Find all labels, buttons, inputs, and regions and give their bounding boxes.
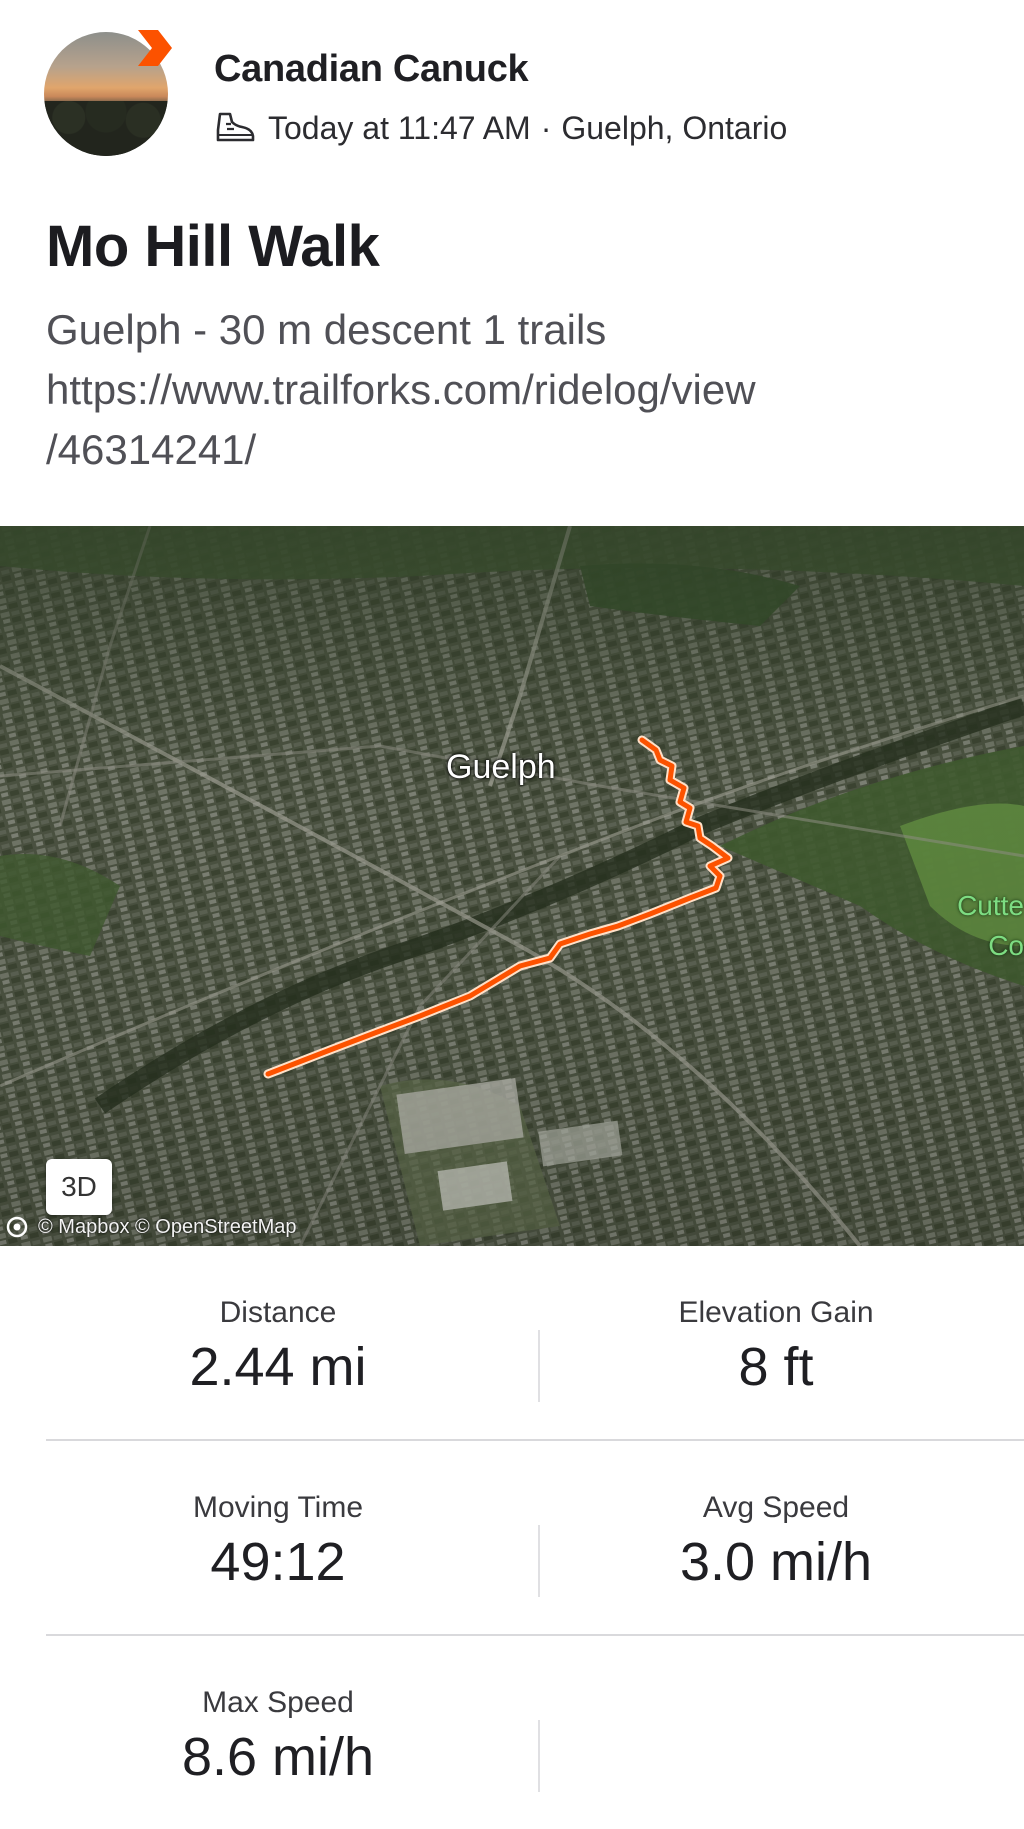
route-map[interactable]: Guelph Cutte Co 3D © Mapbox © OpenStreet… <box>0 526 1024 1246</box>
mapbox-logo-icon <box>6 1216 28 1238</box>
activity-stats: Distance 2.44 mi Elevation Gain 8 ft Mov… <box>46 1246 1024 1829</box>
stat-label: Avg Speed <box>702 1491 850 1524</box>
description-text: Guelph - 30 m descent 1 trails <box>46 306 607 353</box>
activity-location: Guelph, Ontario <box>561 109 788 146</box>
stat-value: 8.6 mi/h <box>181 1727 375 1787</box>
description-link-continued[interactable]: /46314241/ <box>46 420 986 480</box>
stat-divider <box>538 1330 540 1402</box>
stat-elevation-gain: Elevation Gain 8 ft <box>556 1246 996 1439</box>
map-attribution[interactable]: © Mapbox © OpenStreetMap <box>6 1212 297 1242</box>
shoe-icon <box>216 112 255 142</box>
stat-label: Elevation Gain <box>678 1296 874 1329</box>
map-label-park-line1: Cutte <box>957 890 1024 921</box>
activity-description: Guelph - 30 m descent 1 trails https://w… <box>46 300 986 480</box>
map-label-park-line2: Co <box>988 930 1024 961</box>
stats-row: Moving Time 49:12 Avg Speed 3.0 mi/h <box>46 1441 1024 1636</box>
stat-label: Moving Time <box>192 1491 364 1524</box>
activity-timestamp: Today at 11:47 AM <box>268 109 531 146</box>
athlete-name[interactable]: Canadian Canuck <box>214 48 529 91</box>
activity-title: Mo Hill Walk <box>46 214 380 279</box>
map-3d-button[interactable]: 3D <box>46 1159 112 1215</box>
stat-divider <box>538 1720 540 1792</box>
stat-label: Max Speed <box>202 1686 354 1719</box>
stat-value: 49:12 <box>210 1532 346 1592</box>
stat-moving-time: Moving Time 49:12 <box>58 1441 498 1634</box>
stat-value: 2.44 mi <box>189 1337 367 1397</box>
stats-row: Max Speed 8.6 mi/h <box>46 1636 1024 1829</box>
activity-header: Canadian Canuck Today at 11:47 AM · Guel… <box>0 0 1024 180</box>
stat-max-speed: Max Speed 8.6 mi/h <box>58 1636 498 1829</box>
attribution-text: © Mapbox © OpenStreetMap <box>38 1215 297 1238</box>
stat-distance: Distance 2.44 mi <box>58 1246 498 1439</box>
stat-divider <box>538 1525 540 1597</box>
stats-row: Distance 2.44 mi Elevation Gain 8 ft <box>46 1246 1024 1441</box>
description-link[interactable]: https://www.trailforks.com/ridelog/view <box>46 360 986 420</box>
map-label-city: Guelph <box>446 748 556 786</box>
avatar[interactable] <box>44 30 172 156</box>
stat-value: 8 ft <box>738 1337 814 1397</box>
strava-badge-icon <box>138 30 172 66</box>
meta-separator: · <box>540 109 552 146</box>
activity-meta: Today at 11:47 AM · Guelph, Ontario <box>214 108 787 148</box>
stat-value: 3.0 mi/h <box>679 1532 873 1592</box>
stat-avg-speed: Avg Speed 3.0 mi/h <box>556 1441 996 1634</box>
stat-label: Distance <box>219 1296 337 1329</box>
satellite-imagery <box>0 526 1024 1246</box>
map-label-park: Cutte Co <box>934 886 1024 966</box>
